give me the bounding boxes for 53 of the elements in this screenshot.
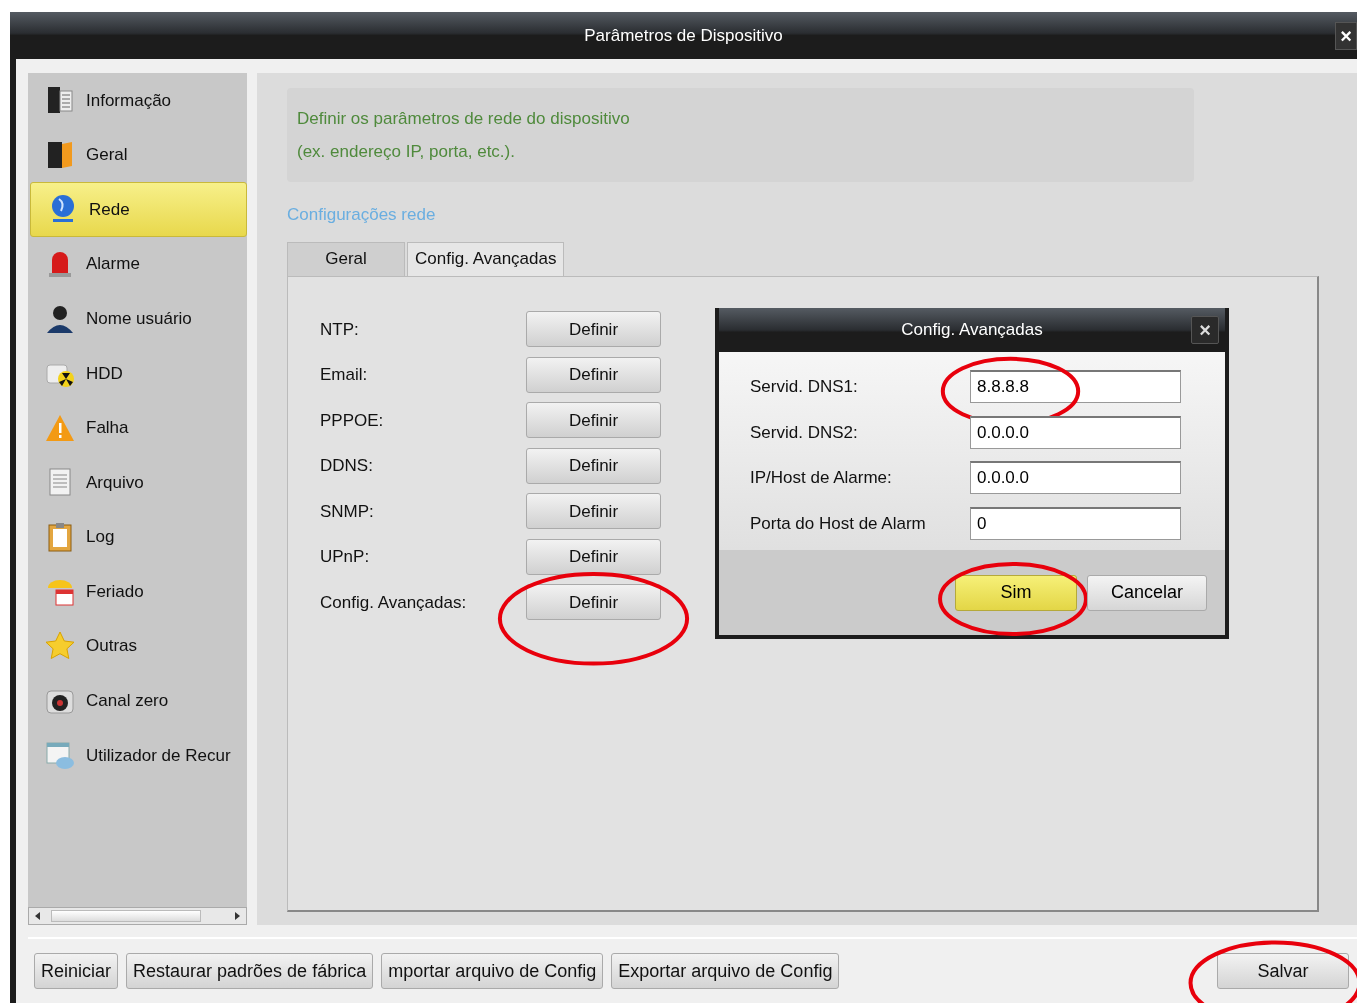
sidebar-item[interactable]: Falha bbox=[28, 400, 247, 456]
dialog-title: Config. Avançadas bbox=[901, 319, 1043, 342]
field-label: IP/Host de Alarme: bbox=[750, 467, 893, 489]
setting-label: PPPOE: bbox=[320, 409, 385, 432]
footer-button[interactable]: Reiniciar bbox=[34, 953, 119, 989]
sidebar-item[interactable]: Geral bbox=[28, 127, 247, 183]
section-title: Configurações rede bbox=[287, 204, 437, 226]
field-label: Porta do Host de Alarm bbox=[750, 512, 927, 535]
setting-label: NTP: bbox=[320, 318, 360, 341]
input-field[interactable]: 0.0.0.0 bbox=[970, 415, 1181, 449]
sidebar-item[interactable]: Canal zero bbox=[28, 673, 247, 729]
footer-button[interactable]: Restaurar padrões de fábrica bbox=[126, 953, 374, 989]
tab[interactable]: Config. Avançadas bbox=[407, 241, 565, 276]
monitor-icon bbox=[44, 739, 76, 772]
setting-label: UPnP: bbox=[320, 546, 371, 568]
sidebar-item[interactable]: Feriado bbox=[28, 564, 247, 619]
define-button[interactable]: Definir bbox=[526, 402, 661, 439]
sidebar-item[interactable]: Informação bbox=[28, 73, 247, 128]
cancel-button[interactable]: Cancelar bbox=[1087, 574, 1207, 611]
close-button[interactable]: × bbox=[1191, 316, 1219, 344]
define-button[interactable]: Definir bbox=[526, 311, 661, 348]
input-field[interactable]: 0 bbox=[970, 506, 1181, 540]
field-label: Servid. DNS1: bbox=[750, 376, 859, 398]
field-label: Servid. DNS2: bbox=[750, 421, 859, 444]
description-text: Definir os parâmetros de rede do dispositivo bbox=[297, 108, 631, 130]
footer-button[interactable]: mportar arquivo de Config bbox=[381, 953, 604, 989]
tab[interactable]: Geral bbox=[287, 241, 405, 276]
define-button[interactable]: Definir bbox=[526, 447, 661, 484]
confirm-button[interactable]: Sim bbox=[955, 574, 1077, 611]
sidebar-item[interactable]: HDD bbox=[28, 345, 247, 401]
define-button[interactable]: Definir bbox=[526, 493, 661, 530]
close-button[interactable]: × bbox=[1335, 22, 1357, 50]
sidebar-item[interactable]: Outras bbox=[28, 618, 247, 674]
define-button[interactable]: Definir bbox=[526, 356, 661, 393]
window-title: Parâmetros de Dispositivo bbox=[584, 24, 783, 47]
sidebar-item[interactable]: Log bbox=[28, 509, 247, 565]
setting-label: DDNS: bbox=[320, 455, 374, 477]
sidebar-item[interactable]: Alarme bbox=[28, 236, 247, 292]
save-button[interactable]: Salvar bbox=[1217, 953, 1349, 989]
input-field[interactable]: 8.8.8.8 bbox=[970, 370, 1181, 404]
horizontal-scrollbar[interactable] bbox=[28, 907, 247, 925]
setting-label: Email: bbox=[320, 364, 369, 386]
setting-label: SNMP: bbox=[320, 500, 375, 523]
sidebar-item[interactable]: Nome usuário bbox=[28, 291, 247, 346]
footer-button[interactable]: Exportar arquivo de Config bbox=[611, 953, 840, 989]
sidebar-item[interactable]: Rede bbox=[30, 182, 247, 237]
define-button[interactable]: Definir bbox=[526, 584, 661, 621]
setting-label: Config. Avançadas: bbox=[320, 591, 468, 614]
input-field[interactable]: 0.0.0.0 bbox=[970, 461, 1181, 495]
sidebar-item[interactable]: Arquivo bbox=[28, 455, 247, 510]
sidebar-item[interactable]: Utilizador de Recur bbox=[28, 728, 247, 783]
define-button[interactable]: Definir bbox=[526, 538, 661, 575]
description-text: (ex. endereço IP, porta, etc.). bbox=[297, 141, 516, 163]
